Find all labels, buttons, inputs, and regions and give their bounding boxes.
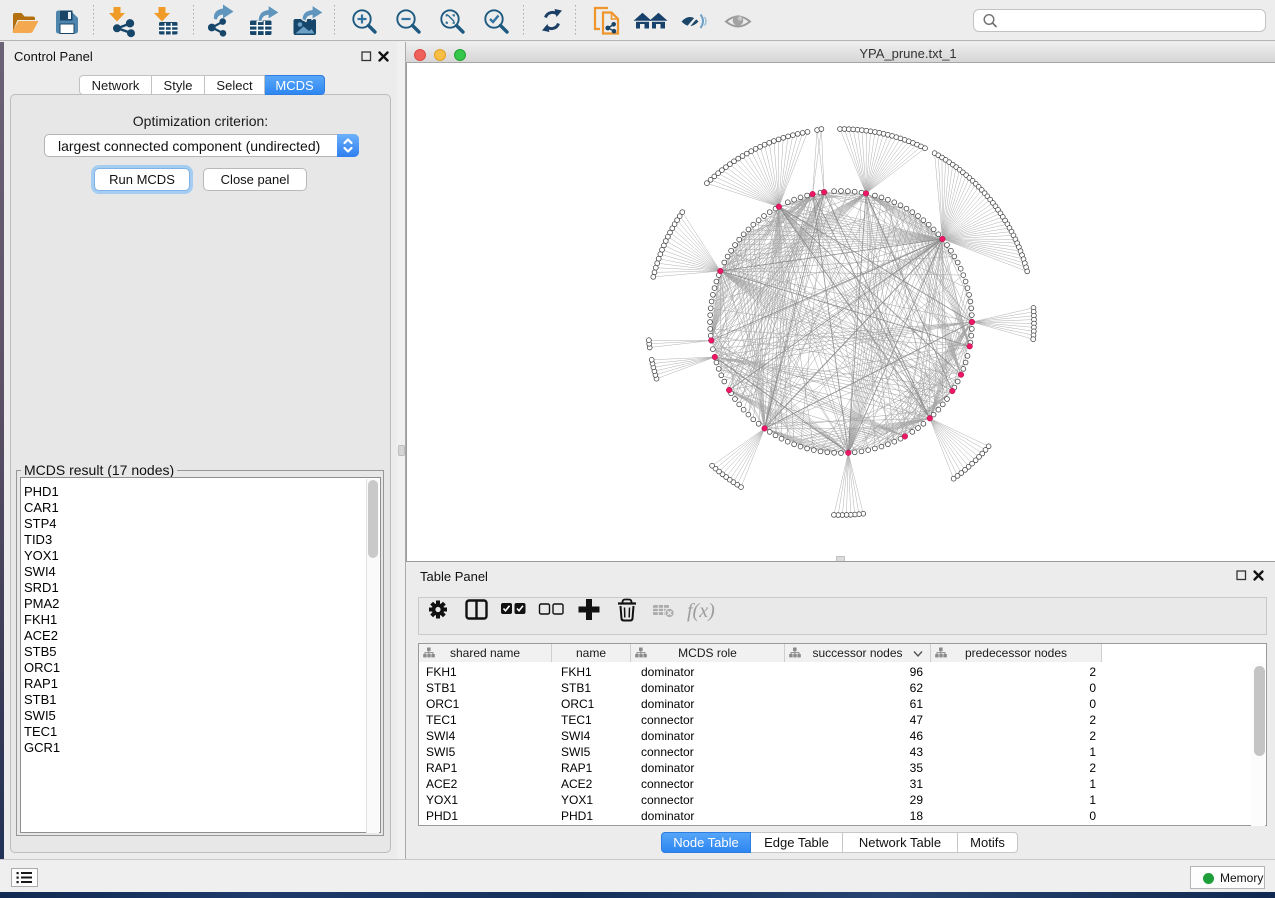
svg-text:f(x): f(x) (687, 600, 715, 622)
